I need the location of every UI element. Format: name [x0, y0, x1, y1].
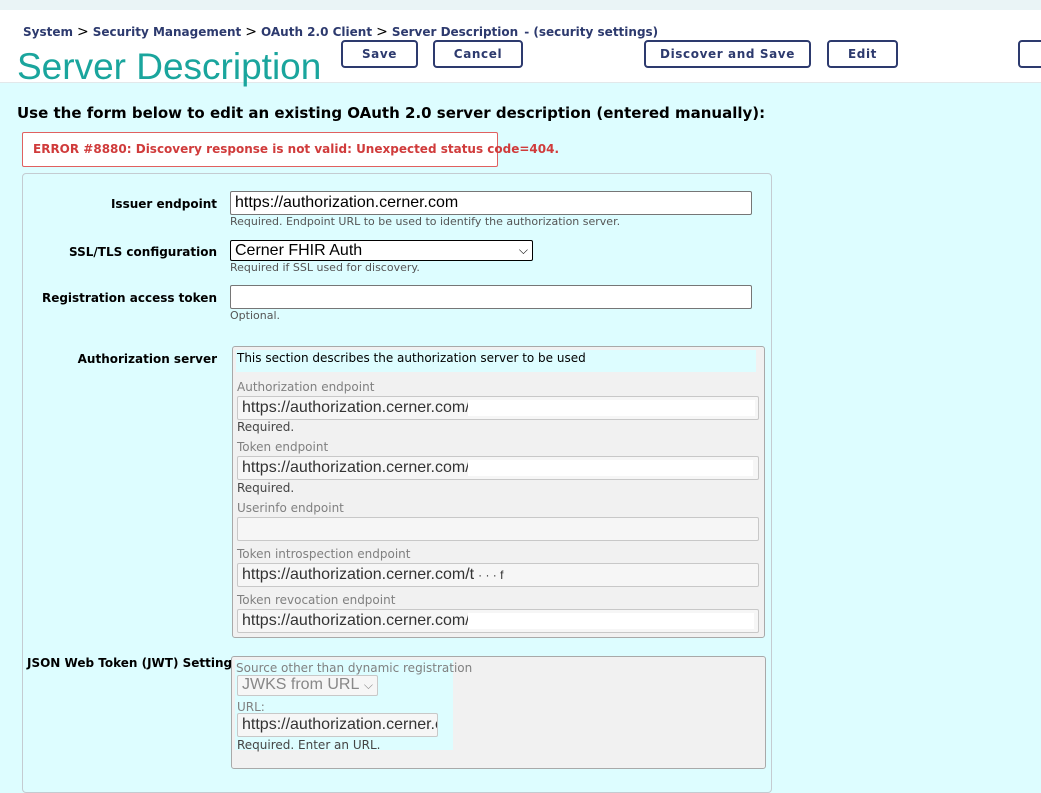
redacted-text [468, 460, 753, 476]
chevron-down-icon: ⌵ [363, 678, 373, 692]
issuer-endpoint-help: Required. Endpoint URL to be used to ide… [230, 215, 621, 228]
revocation-endpoint-value: https://authorization.cerner.com/ [242, 612, 470, 629]
authorization-server-description: This section describes the authorization… [237, 351, 586, 365]
registration-token-input[interactable] [230, 285, 752, 309]
redacted-text [468, 613, 754, 629]
jwt-url-label: URL: [237, 700, 265, 714]
introspection-endpoint-value: https://authorization.cerner.com/t [242, 566, 475, 583]
breadcrumb-security-management[interactable]: Security Management [93, 25, 242, 39]
breadcrumb-system[interactable]: System [23, 25, 73, 39]
issuer-endpoint-input[interactable]: https://authorization.cerner.com [230, 191, 752, 215]
breadcrumb-server-description[interactable]: Server Description [392, 25, 518, 39]
edit-button[interactable]: Edit [827, 40, 898, 68]
chevron-down-icon: ⌵ [518, 243, 528, 257]
jwt-url-value: https://authorization.cerner.c [242, 716, 438, 733]
page-title: Server Description [17, 46, 322, 87]
authorization-endpoint-help: Required. [237, 420, 295, 434]
redacted-text [468, 400, 755, 416]
intro-text: Use the form below to edit an existing O… [17, 104, 766, 122]
jwt-source-select[interactable]: JWKS from URL ⌵ [237, 675, 378, 696]
cancel-button[interactable]: Cancel [433, 40, 523, 68]
jwt-url-help: Required. Enter an URL. [237, 738, 381, 752]
save-button[interactable]: Save [341, 40, 418, 68]
registration-token-help: Optional. [230, 309, 281, 322]
breadcrumb-separator: > [245, 24, 258, 40]
jwt-settings-label: JSON Web Token (JWT) Settings [27, 656, 240, 670]
discover-and-save-button[interactable]: Discover and Save [644, 40, 811, 68]
ssl-config-select[interactable]: Cerner FHIR Auth ⌵ [230, 240, 533, 261]
userinfo-endpoint-label: Userinfo endpoint [237, 501, 344, 515]
token-endpoint-value: https://authorization.cerner.com/ [242, 459, 470, 476]
issuer-endpoint-label: Issuer endpoint [110, 197, 217, 211]
top-strip [0, 0, 1041, 10]
authorization-server-label: Authorization server [77, 352, 217, 366]
error-message: ERROR #8880: Discovery response is not v… [22, 132, 559, 167]
breadcrumb: System > Security Management > OAuth 2.0 Cli… [23, 24, 658, 40]
breadcrumb-oauth-client[interactable]: OAuth 2.0 Client [261, 25, 372, 39]
ssl-config-label: SSL/TLS configuration [68, 245, 217, 259]
introspection-endpoint-label: Token introspection endpoint [237, 547, 411, 561]
ssl-config-help: Required if SSL used for discovery. [230, 261, 420, 274]
introspection-endpoint-input[interactable]: https://authorization.cerner.com/t · · · … [237, 563, 759, 587]
jwt-source-label: Source other than dynamic registration [236, 661, 473, 675]
authorization-endpoint-value: https://authorization.cerner.com/ [242, 399, 470, 416]
jwt-url-input[interactable]: https://authorization.cerner.c [237, 713, 438, 737]
jwt-source-value: JWKS from URL [242, 676, 360, 693]
breadcrumb-separator: > [77, 24, 89, 40]
userinfo-endpoint-input[interactable] [237, 517, 759, 541]
registration-token-label: Registration access token [41, 291, 217, 305]
token-endpoint-label: Token endpoint [237, 440, 329, 454]
breadcrumb-separator: > [376, 24, 388, 40]
breadcrumb-suffix: - (security settings) [524, 25, 659, 39]
more-button[interactable] [1018, 40, 1041, 68]
authorization-endpoint-label: Authorization endpoint [237, 380, 375, 394]
revocation-endpoint-label: Token revocation endpoint [237, 593, 396, 607]
ssl-config-value: Cerner FHIR Auth [235, 242, 363, 259]
introspection-endpoint-trailing: · · · f [478, 568, 504, 582]
token-endpoint-help: Required. [237, 481, 295, 495]
